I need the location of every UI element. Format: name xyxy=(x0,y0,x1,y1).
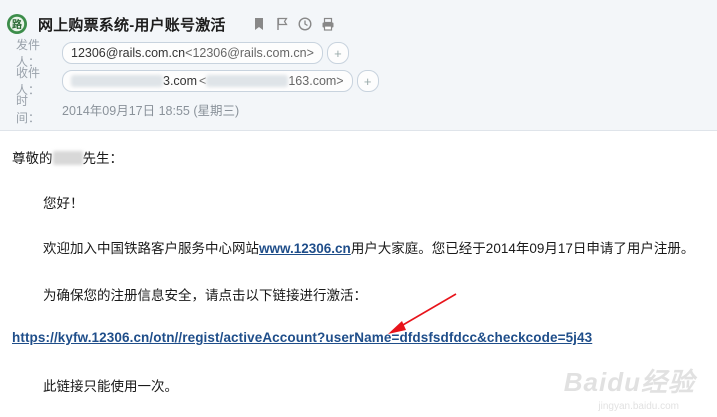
sender-address: <12306@rails.com.cn> xyxy=(185,46,314,60)
email-subject: 网上购票系统-用户账号激活 xyxy=(38,16,226,34)
redacted-name xyxy=(52,151,83,165)
welcome-line: 欢迎加入中国铁路客户服务中心网站www.12306.cn用户大家庭。您已经于20… xyxy=(43,237,694,257)
security-notice: 为确保您的注册信息安全，请点击以下链接进行激活： xyxy=(43,288,367,303)
subject-row: 路 网上购票系统-用户账号激活 xyxy=(6,11,335,37)
bookmark-icon[interactable] xyxy=(252,17,266,31)
one-time-notice: 此链接只能使用一次。 xyxy=(43,379,178,394)
email-body: 尊敬的 先生： 您好！ 欢迎加入中国铁路客户服务中心网站www.12306.cn用… xyxy=(0,131,717,417)
greeting: 您好！ xyxy=(43,196,84,211)
welcome-prefix: 欢迎加入中国铁路客户服务中心网站 xyxy=(43,241,259,256)
add-sender-contact-button[interactable]: + xyxy=(326,42,349,64)
flag-icon[interactable] xyxy=(275,17,289,31)
railway-logo-icon: 路 xyxy=(6,12,32,36)
watermark-subtext: jingyan.baidu.com xyxy=(598,401,679,412)
clock-icon[interactable] xyxy=(298,17,312,31)
sender-chip[interactable]: 12306@rails.com.cn <12306@rails.com.cn> xyxy=(62,42,323,64)
subject-actions xyxy=(252,17,335,31)
recipient-address-open: < xyxy=(199,74,207,88)
recipient-name-tail: 3.com xyxy=(163,74,198,88)
svg-text:路: 路 xyxy=(12,18,23,31)
add-recipient-contact-button[interactable]: + xyxy=(356,70,379,92)
salutation-suffix: 先生： xyxy=(82,151,124,166)
recipient-address-redacted xyxy=(206,75,289,87)
salutation: 尊敬的 先生： xyxy=(12,147,123,167)
sender-name: 12306@rails.com.cn xyxy=(71,46,186,60)
salutation-prefix: 尊敬的 xyxy=(12,151,53,166)
watermark-text: Baidu经验 xyxy=(563,367,695,397)
recipient-name-redacted xyxy=(71,75,163,87)
activation-link[interactable]: https://kyfw.12306.cn/otn//regist/active… xyxy=(12,330,592,345)
baidu-watermark: Baidu经验 jingyan.baidu.com xyxy=(539,363,709,413)
recipient-address-tail: 163.com> xyxy=(288,74,344,88)
time-row: 时 间： 2014年09月17日 18:55 (星期三) xyxy=(16,94,240,125)
website-link[interactable]: www.12306.cn xyxy=(259,241,351,256)
red-arrow-annotation xyxy=(388,293,457,334)
recipient-chip[interactable]: 3.com < 163.com> xyxy=(62,70,353,92)
sender-row: 发件人： 12306@rails.com.cn <12306@rails.com… xyxy=(16,38,349,69)
sent-time: 2014年09月17日 18:55 (星期三) xyxy=(62,103,240,118)
welcome-suffix: 用户大家庭。您已经于2014年09月17日申请了用户注册。 xyxy=(350,241,695,256)
recipient-row: 收件人： 3.com < 163.com> + xyxy=(16,66,379,97)
print-icon[interactable] xyxy=(321,17,335,31)
email-header: 路 网上购票系统-用户账号激活 发件人： 12306@rails.com.cn … xyxy=(0,0,717,131)
time-label: 时 间： xyxy=(16,94,41,125)
